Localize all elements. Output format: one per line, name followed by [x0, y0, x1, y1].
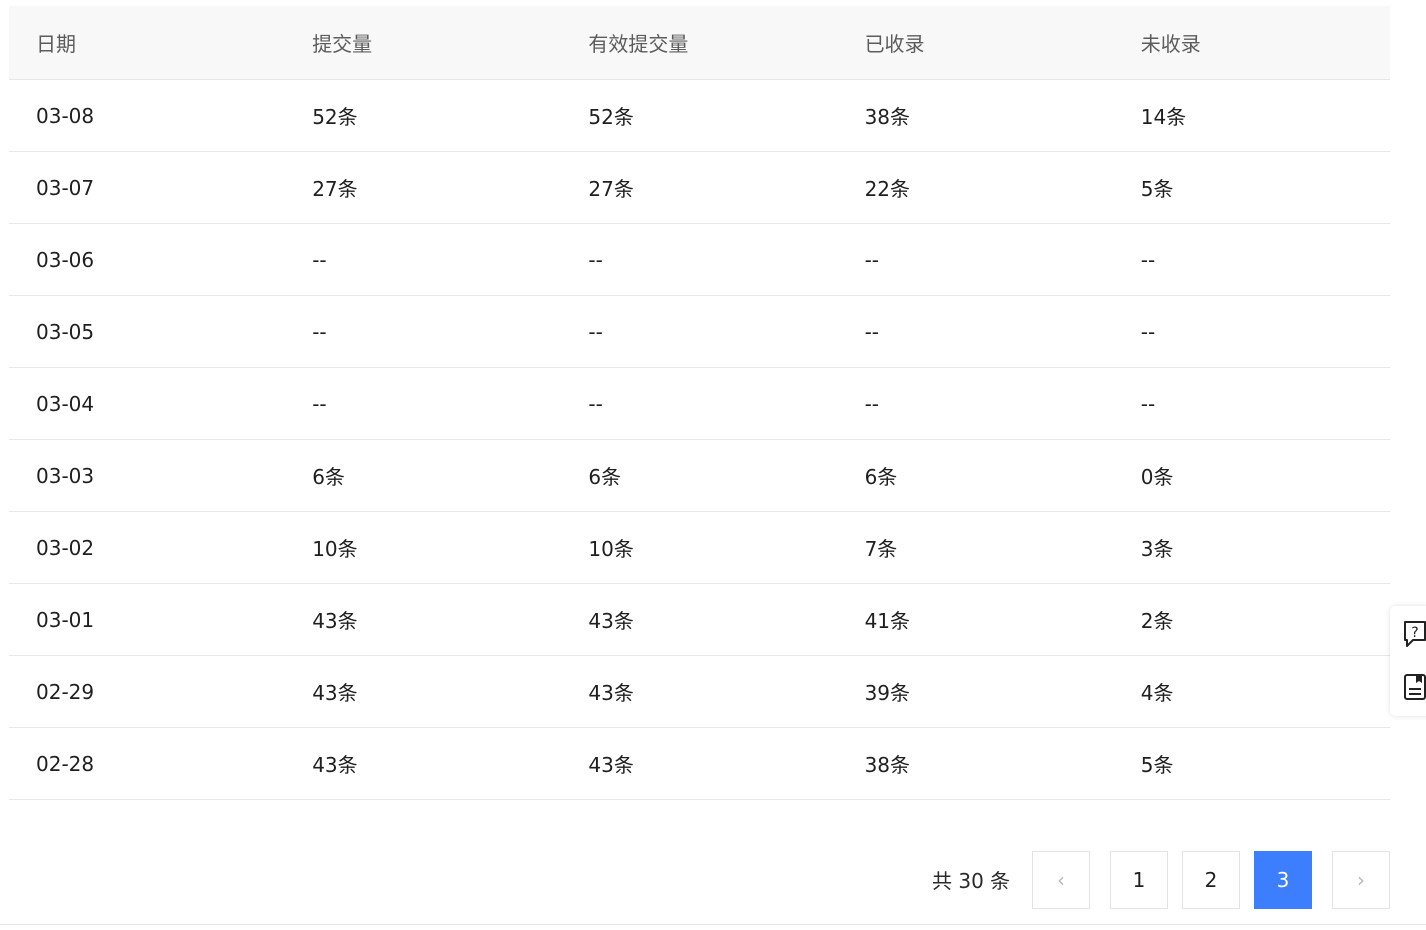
cell-submissions: --	[312, 247, 327, 272]
bottom-divider	[0, 924, 1426, 925]
cell-valid-submissions: 10条	[588, 537, 634, 561]
cell-not-indexed: 0条	[1140, 465, 1174, 489]
table-row: 02-28 43条 43条 38条 5条	[9, 728, 1390, 800]
feedback-doc-icon[interactable]	[1402, 672, 1426, 702]
table-row: 03-01 43条 43条 41条 2条	[9, 584, 1390, 656]
cell-indexed: 7条	[864, 537, 898, 561]
cell-submissions: 52条	[312, 105, 358, 129]
cell-submissions: 6条	[312, 465, 345, 489]
cell-valid-submissions: --	[588, 319, 603, 344]
column-header-submissions: 提交量	[312, 32, 373, 56]
table-row: 02-29 43条 43条 39条 4条	[9, 656, 1390, 728]
table-row: 03-04 -- -- -- --	[9, 368, 1390, 440]
page: 日期 提交量 有效提交量 已收录 未收录 03-08 52条 52条 38条 1…	[0, 0, 1426, 930]
cell-not-indexed: 5条	[1140, 177, 1174, 201]
column-header-indexed: 已收录	[864, 32, 925, 56]
cell-submissions: --	[312, 319, 327, 344]
cell-valid-submissions: 6条	[588, 465, 622, 489]
cell-not-indexed: --	[1140, 319, 1156, 344]
table-row: 03-05 -- -- -- --	[9, 296, 1390, 368]
cell-valid-submissions: 52条	[588, 105, 634, 129]
chevron-left-icon: ‹	[1057, 868, 1065, 892]
cell-indexed: --	[864, 391, 879, 416]
cell-date: 03-07	[36, 175, 95, 200]
table-row: 03-08 52条 52条 38条 14条	[9, 80, 1390, 152]
page-button-3-current[interactable]: 3	[1254, 851, 1312, 909]
cell-date: 03-01	[36, 607, 95, 632]
cell-valid-submissions: --	[588, 247, 603, 272]
page-button-2[interactable]: 2	[1182, 851, 1240, 909]
cell-indexed: 38条	[864, 753, 911, 777]
cell-submissions: --	[312, 391, 327, 416]
cell-submissions: 10条	[312, 537, 358, 561]
cell-date: 03-05	[36, 319, 95, 344]
cell-valid-submissions: 43条	[588, 753, 634, 777]
cell-not-indexed: 5条	[1140, 753, 1174, 777]
cell-submissions: 27条	[312, 177, 358, 201]
prev-page-button[interactable]: ‹	[1032, 851, 1090, 909]
cell-date: 03-04	[36, 391, 95, 416]
cell-indexed: 22条	[864, 177, 911, 201]
pagination: 共 30 条 ‹ 1 2 3 ›	[0, 851, 1392, 911]
table-row: 03-06 -- -- -- --	[9, 224, 1390, 296]
cell-indexed: --	[864, 247, 879, 272]
data-table: 日期 提交量 有效提交量 已收录 未收录 03-08 52条 52条 38条 1…	[9, 6, 1390, 800]
svg-text:?: ?	[1411, 625, 1418, 641]
cell-not-indexed: --	[1140, 247, 1156, 272]
table-row: 03-07 27条 27条 22条 5条	[9, 152, 1390, 224]
cell-submissions: 43条	[312, 753, 358, 777]
cell-date: 02-29	[36, 679, 95, 704]
cell-not-indexed: --	[1140, 391, 1156, 416]
column-header-not-indexed: 未收录	[1140, 32, 1201, 56]
cell-submissions: 43条	[312, 609, 358, 633]
page-button-1[interactable]: 1	[1110, 851, 1168, 909]
cell-indexed: 41条	[864, 609, 911, 633]
pagination-total: 共 30 条	[932, 869, 1011, 893]
table-row: 03-02 10条 10条 7条 3条	[9, 512, 1390, 584]
cell-indexed: --	[864, 319, 879, 344]
help-chat-icon[interactable]: ?	[1402, 619, 1426, 649]
side-float-panel: ?	[1390, 606, 1426, 716]
cell-valid-submissions: 43条	[588, 609, 634, 633]
cell-date: 03-02	[36, 535, 95, 560]
cell-indexed: 6条	[864, 465, 898, 489]
column-header-date: 日期	[36, 32, 76, 56]
column-header-valid-submissions: 有效提交量	[588, 32, 689, 56]
cell-indexed: 38条	[864, 105, 911, 129]
cell-indexed: 39条	[864, 681, 911, 705]
cell-date: 03-08	[36, 103, 95, 128]
cell-valid-submissions: 27条	[588, 177, 634, 201]
cell-not-indexed: 2条	[1140, 609, 1174, 633]
cell-submissions: 43条	[312, 681, 358, 705]
cell-valid-submissions: 43条	[588, 681, 634, 705]
table-header: 日期 提交量 有效提交量 已收录 未收录	[9, 6, 1390, 80]
table-row: 03-03 6条 6条 6条 0条	[9, 440, 1390, 512]
cell-date: 03-06	[36, 247, 95, 272]
next-page-button[interactable]: ›	[1332, 851, 1390, 909]
cell-not-indexed: 3条	[1140, 537, 1174, 561]
cell-date: 03-03	[36, 463, 95, 488]
cell-valid-submissions: --	[588, 391, 603, 416]
cell-not-indexed: 4条	[1140, 681, 1174, 705]
cell-date: 02-28	[36, 751, 95, 776]
cell-not-indexed: 14条	[1140, 105, 1187, 129]
chevron-right-icon: ›	[1357, 868, 1365, 892]
